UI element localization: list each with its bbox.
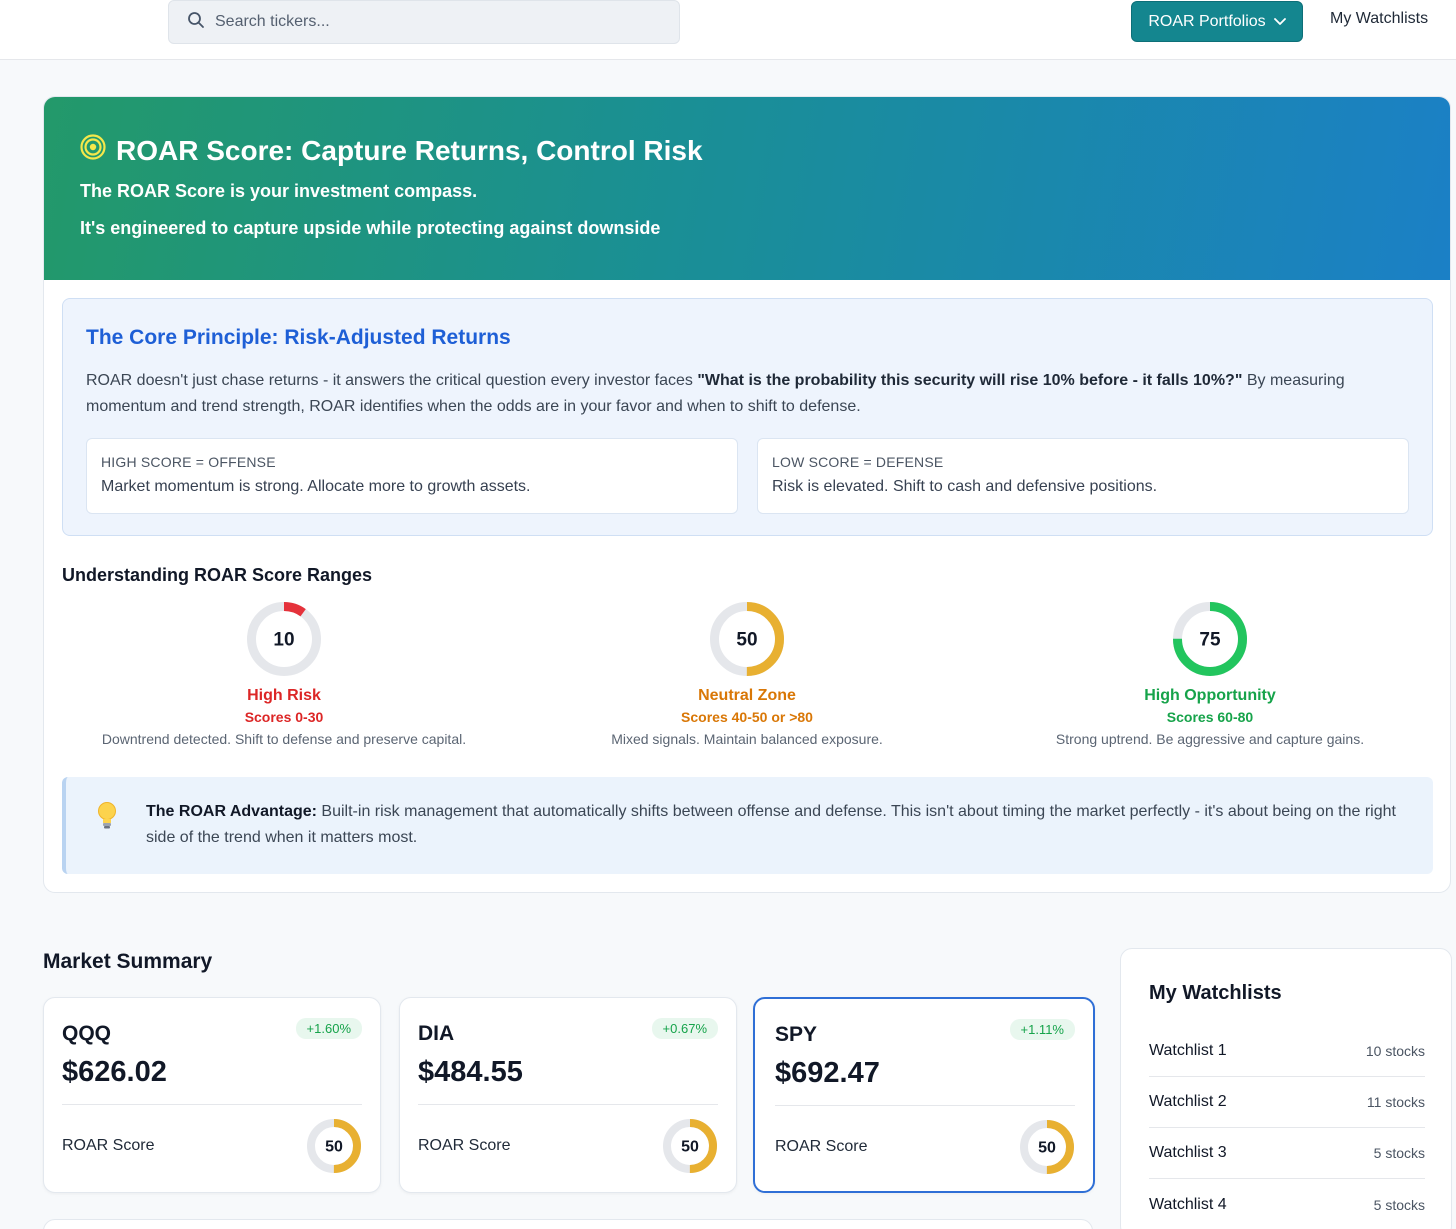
offense-box: HIGH SCORE = OFFENSE Market momentum is …	[86, 438, 738, 514]
principle-text-before: ROAR doesn't just chase returns - it ans…	[86, 372, 698, 389]
range-name: High Opportunity	[1144, 687, 1276, 704]
advantage-body: Built-in risk management that automatica…	[146, 803, 1396, 846]
defense-box: LOW SCORE = DEFENSE Risk is elevated. Sh…	[757, 438, 1409, 514]
watchlist-name: Watchlist 4	[1149, 1195, 1227, 1213]
ranges-title: Understanding ROAR Score Ranges	[62, 565, 373, 585]
watchlist-name: Watchlist 2	[1149, 1093, 1227, 1110]
defense-key: LOW SCORE = DEFENSE	[772, 454, 944, 470]
watchlist-count: 10 stocks	[1365, 1043, 1425, 1059]
watchlist-row[interactable]: Watchlist 4 5 stocks	[1149, 1179, 1425, 1229]
roar-score-label: ROAR Score	[775, 1138, 868, 1155]
roar-portfolios-label: ROAR Portfolios	[1148, 12, 1266, 30]
offense-text: Market momentum is strong. Allocate more…	[101, 478, 531, 495]
principle-question: "What is the probability this security w…	[697, 372, 1243, 389]
top-bar: ROAR Portfolios My Watchlists	[0, 0, 1456, 60]
watchlist-row[interactable]: Watchlist 3 5 stocks	[1149, 1128, 1425, 1179]
core-principle-heading: The Core Principle: Risk-Adjusted Return…	[86, 326, 511, 349]
gauge-value: 10	[273, 630, 294, 651]
roar-portfolios-button[interactable]: ROAR Portfolios	[1131, 1, 1303, 42]
change-badge: +0.67%	[651, 1018, 718, 1039]
hero-subtitle-2: It's engineered to capture upside while …	[80, 218, 661, 238]
range-desc: Downtrend detected. Shift to defense and…	[101, 731, 467, 747]
watchlist-row[interactable]: Watchlist 1 10 stocks	[1149, 1026, 1425, 1077]
gauge-value: 50	[325, 1139, 343, 1156]
range-high-opportunity: 75 High Opportunity Scores 60-80 Strong …	[980, 601, 1440, 747]
range-scores: Scores 0-30	[244, 709, 324, 725]
ticker-card-spy[interactable]: SPY +1.11% $692.47 ROAR Score 50	[753, 997, 1095, 1193]
search-box[interactable]	[168, 0, 680, 44]
ticker-price: $484.55	[418, 1056, 523, 1088]
ticker-price: $626.02	[62, 1056, 167, 1088]
hero-title-text: ROAR Score: Capture Returns, Control Ris…	[116, 134, 703, 166]
gauge-value: 50	[1038, 1140, 1056, 1157]
roar-score-card: ROAR Score: Capture Returns, Control Ris…	[43, 96, 1451, 893]
watchlist-name: Watchlist 1	[1149, 1042, 1227, 1059]
search-input[interactable]	[215, 13, 655, 31]
core-principle-text: ROAR doesn't just chase returns - it ans…	[86, 368, 1411, 420]
roar-score-label: ROAR Score	[418, 1137, 511, 1154]
change-badge: +1.11%	[1009, 1019, 1075, 1040]
gauge-value: 75	[1199, 630, 1221, 651]
watchlist-row[interactable]: Watchlist 2 11 stocks	[1149, 1077, 1425, 1128]
watchlist-count: 5 stocks	[1373, 1196, 1425, 1213]
ticker-symbol: SPY	[775, 1023, 818, 1046]
roar-score-gauge: 50	[307, 1119, 361, 1173]
offense-key: HIGH SCORE = OFFENSE	[101, 454, 276, 470]
lightbulb-icon	[96, 801, 118, 836]
roar-score-gauge: 50	[663, 1119, 717, 1173]
core-principle-box: The Core Principle: Risk-Adjusted Return…	[62, 298, 1433, 536]
divider	[418, 1104, 718, 1105]
range-desc: Strong uptrend. Be aggressive and captur…	[1055, 731, 1365, 747]
watchlist-count: 5 stocks	[1373, 1145, 1425, 1161]
hero-title: ROAR Score: Capture Returns, Control Ris…	[80, 134, 703, 167]
score-gauge-10: 10	[247, 602, 321, 676]
score-gauge-50: 50	[710, 602, 784, 676]
range-neutral-zone: 50 Neutral Zone Scores 40-50 or >80 Mixe…	[517, 601, 977, 747]
hero-subtitle-1: The ROAR Score is your investment compas…	[80, 181, 478, 201]
watchlist-name: Watchlist 3	[1149, 1144, 1227, 1161]
divider	[62, 1104, 362, 1105]
nav-my-watchlists-link[interactable]: My Watchlists	[1330, 10, 1428, 28]
gauge-value: 50	[681, 1139, 699, 1156]
roar-advantage-callout: The ROAR Advantage: Built-in risk manage…	[62, 777, 1433, 874]
chevron-down-icon	[1273, 13, 1286, 31]
market-summary-title: Market Summary	[43, 950, 213, 973]
advantage-label: The ROAR Advantage:	[146, 803, 317, 820]
roar-score-gauge: 50	[1020, 1120, 1074, 1174]
next-section-card	[43, 1219, 1093, 1229]
defense-text: Risk is elevated. Shift to cash and defe…	[772, 478, 1158, 495]
ticker-symbol: QQQ	[62, 1022, 112, 1045]
score-gauge-75: 75	[1173, 602, 1247, 676]
range-name: High Risk	[247, 687, 321, 704]
hero-banner: ROAR Score: Capture Returns, Control Ris…	[44, 97, 1450, 280]
ticker-symbol: DIA	[418, 1022, 455, 1045]
gauge-value: 50	[736, 630, 757, 651]
search-icon	[187, 11, 205, 34]
ticker-price: $692.47	[775, 1057, 880, 1089]
advantage-text: The ROAR Advantage: Built-in risk manage…	[146, 799, 1416, 851]
divider	[775, 1105, 1075, 1106]
watchlists-panel: My Watchlists Watchlist 1 10 stocks Watc…	[1120, 948, 1452, 1229]
ticker-card-qqq[interactable]: QQQ +1.60% $626.02 ROAR Score 50	[43, 997, 381, 1193]
roar-score-label: ROAR Score	[62, 1137, 155, 1154]
target-icon	[80, 134, 106, 167]
range-scores: Scores 60-80	[1166, 709, 1254, 725]
change-badge: +1.60%	[295, 1018, 362, 1039]
range-name: Neutral Zone	[698, 687, 796, 704]
range-scores: Scores 40-50 or >80	[681, 709, 813, 725]
range-high-risk: 10 High Risk Scores 0-30 Downtrend detec…	[54, 601, 514, 747]
ticker-card-dia[interactable]: DIA +0.67% $484.55 ROAR Score 50	[399, 997, 737, 1193]
watchlists-title: My Watchlists	[1149, 982, 1282, 1004]
range-desc: Mixed signals. Maintain balanced exposur…	[611, 731, 883, 747]
watchlist-count: 11 stocks	[1366, 1094, 1425, 1110]
